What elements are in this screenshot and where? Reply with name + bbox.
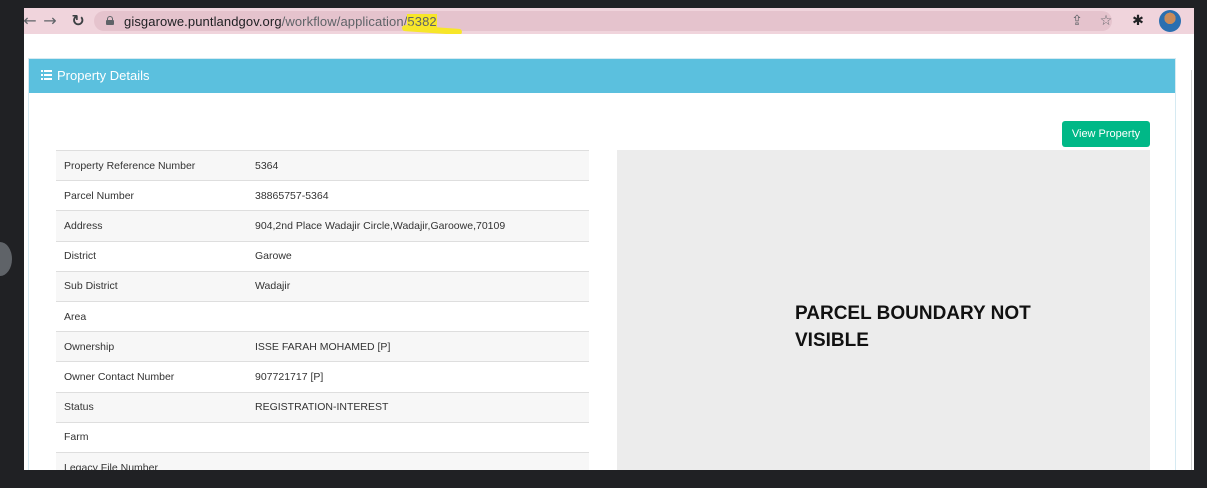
detail-label: Legacy File Number — [64, 461, 158, 470]
detail-label: Owner Contact Number — [64, 370, 175, 383]
detail-label: Farm — [64, 431, 89, 444]
table-row: Farm — [56, 422, 589, 452]
back-arrow-icon[interactable]: ← — [24, 10, 40, 32]
url-path: /workflow/application/ — [281, 14, 408, 29]
side-panel-toggle[interactable] — [0, 242, 12, 276]
lock-icon[interactable] — [106, 16, 114, 25]
detail-label: District — [64, 250, 97, 263]
share-icon[interactable]: ⇪ — [1067, 11, 1087, 31]
table-row: Sub District Wadajir — [56, 271, 589, 302]
detail-value — [246, 301, 589, 331]
table-row: Address 904,2nd Place Wadajir Circle,Wada… — [56, 210, 589, 242]
detail-value: 5364 — [255, 159, 279, 172]
table-row: Parcel Number 38865757-5364 — [56, 180, 589, 211]
table-row: District Garowe — [56, 241, 589, 271]
detail-value: Garowe — [255, 250, 292, 263]
taskbar-strip — [0, 470, 1207, 488]
panel-title: Property Details — [57, 68, 150, 83]
detail-value: Wadajir — [255, 280, 291, 293]
property-details-panel: Property Details View Property Property … — [28, 58, 1176, 470]
panel-header: Property Details — [29, 59, 1175, 93]
detail-value: 38865757-5364 — [255, 189, 329, 202]
browser-window: ← → ↻ gisgarowe.puntlandgov.org/workflow… — [24, 8, 1194, 470]
detail-value — [246, 452, 589, 470]
parcel-boundary-message: PARCEL BOUNDARY NOT VISIBLE — [795, 303, 1031, 351]
detail-label: Parcel Number — [64, 189, 135, 202]
table-row: Owner Contact Number 907721717 [P] — [56, 361, 589, 392]
detail-label: Sub District — [64, 280, 118, 293]
table-row: Ownership ISSE FARAH MOHAMED [P] — [56, 331, 589, 362]
detail-label: Property Reference Number — [64, 159, 196, 172]
url-host: gisgarowe.puntlandgov.org — [124, 14, 282, 29]
detail-value: REGISTRATION-INTEREST — [255, 401, 389, 414]
address-bar[interactable]: gisgarowe.puntlandgov.org/workflow/appli… — [94, 11, 1112, 31]
detail-label: Ownership — [64, 340, 115, 353]
extensions-puzzle-icon[interactable]: ✱ — [1128, 11, 1148, 31]
detail-label: Address — [64, 219, 103, 232]
page-scrollbar[interactable] — [1191, 70, 1192, 470]
page-content: Property Details View Property Property … — [24, 34, 1194, 470]
detail-label: Area — [64, 310, 87, 323]
reload-icon[interactable]: ↻ — [68, 10, 88, 32]
detail-value — [246, 422, 589, 452]
view-property-button[interactable]: View Property — [1062, 121, 1150, 147]
detail-value: ISSE FARAH MOHAMED [P] — [255, 340, 391, 353]
star-icon[interactable]: ☆ — [1096, 11, 1116, 31]
list-icon — [41, 70, 52, 80]
table-row: Legacy File Number — [56, 452, 589, 470]
table-row: Status REGISTRATION-INTEREST — [56, 392, 589, 423]
detail-label: Status — [64, 401, 94, 414]
detail-value: 907721717 [P] — [255, 370, 324, 383]
table-row: Area — [56, 301, 589, 331]
property-details-table: Property Reference Number 5364 Parcel Numb… — [56, 150, 589, 470]
url-text[interactable]: gisgarowe.puntlandgov.org/workflow/appli… — [124, 14, 437, 29]
browser-toolbar: ← → ↻ gisgarowe.puntlandgov.org/workflow… — [24, 8, 1194, 36]
forward-arrow-icon[interactable]: → — [40, 10, 60, 32]
profile-avatar[interactable] — [1159, 10, 1181, 32]
table-row: Property Reference Number 5364 — [56, 150, 589, 181]
parcel-map[interactable]: PARCEL BOUNDARY NOT VISIBLE — [617, 150, 1150, 470]
detail-value: 904,2nd Place Wadajir Circle,Wadajir,Gar… — [255, 219, 506, 232]
